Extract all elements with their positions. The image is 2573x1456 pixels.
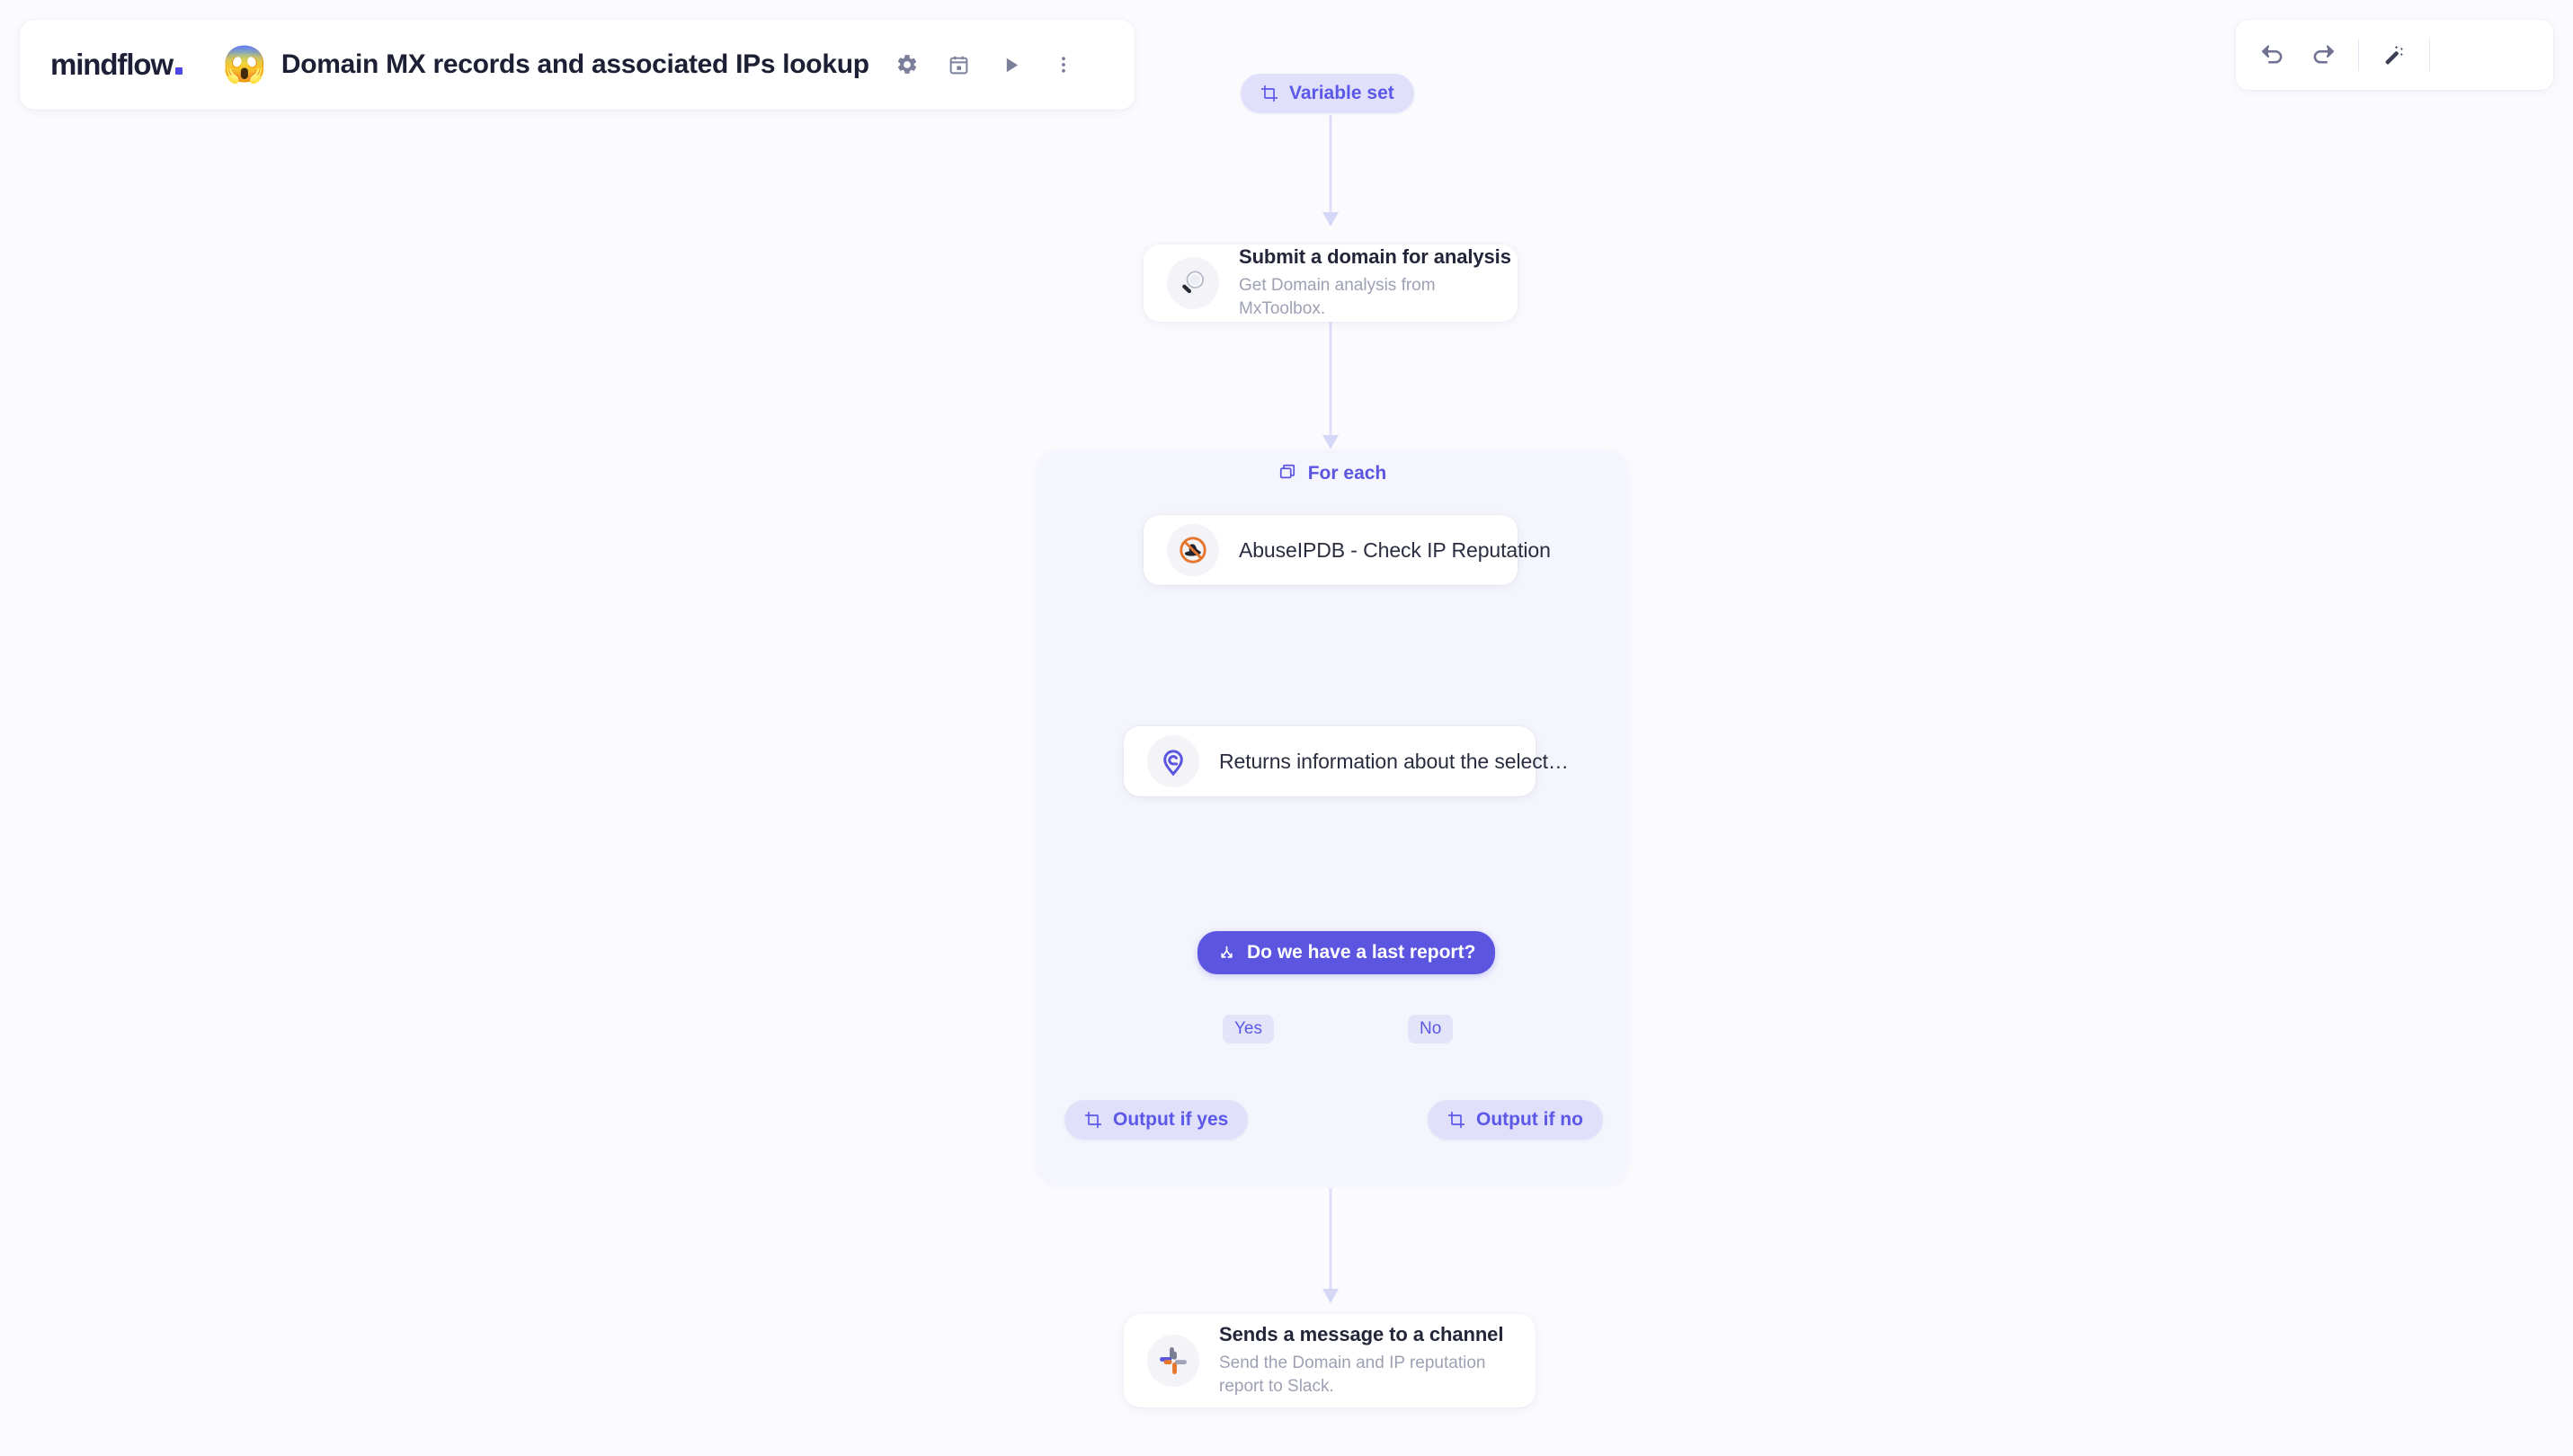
location-pin-icon	[1147, 735, 1199, 787]
redo-icon[interactable]	[2308, 40, 2338, 70]
node-output-if-no[interactable]: Output if no	[1428, 1100, 1603, 1140]
slack-icon	[1147, 1335, 1199, 1387]
node-submit-domain-subtitle: Get Domain analysis from MxToolbox.	[1239, 276, 1436, 318]
layers-icon	[1278, 461, 1298, 486]
edge-label-no[interactable]: No	[1408, 1015, 1454, 1043]
edge-label-yes[interactable]: Yes	[1223, 1015, 1274, 1043]
connector-foreach-to-slack	[1322, 1188, 1339, 1303]
connector-varset-to-submit	[1322, 115, 1339, 226]
node-output-if-no-label: Output if no	[1476, 1109, 1583, 1130]
run-icon[interactable]	[997, 50, 1026, 79]
workflow-canvas[interactable]: mindflow 😱 Domain MX records and associa…	[0, 0, 2573, 1456]
node-submit-domain-title: Submit a domain for analysis	[1239, 245, 1511, 269]
node-variable-set[interactable]: Variable set	[1241, 74, 1414, 113]
variable-set-icon	[1084, 1111, 1102, 1129]
node-for-each-label: For each	[1307, 463, 1387, 484]
node-returns-information-title: Returns information about the select…	[1219, 749, 1569, 773]
variable-set-icon	[1447, 1111, 1465, 1129]
edge-label-yes-text: Yes	[1234, 1019, 1262, 1038]
node-returns-information[interactable]: Returns information about the select…	[1124, 726, 1569, 796]
flow-emoji[interactable]: 😱	[222, 47, 267, 83]
mxtoolbox-magnifier-icon	[1167, 257, 1219, 309]
toolbar-divider-1	[2358, 39, 2359, 71]
canvas-toolbar	[2236, 20, 2553, 90]
logo-text: mindflow	[50, 48, 174, 81]
node-output-if-yes-label: Output if yes	[1113, 1109, 1229, 1130]
logo-accent-dot	[175, 67, 183, 75]
node-abuseipdb[interactable]: AbuseIPDB - Check IP Reputation	[1144, 515, 1551, 585]
edge-label-no-text: No	[1420, 1019, 1442, 1038]
node-output-if-yes[interactable]: Output if yes	[1064, 1100, 1249, 1140]
header-actions	[893, 50, 1078, 79]
abuseipdb-hat-icon	[1167, 524, 1219, 576]
more-options-icon[interactable]	[1049, 50, 1078, 79]
node-condition-label: Do we have a last report?	[1247, 942, 1476, 963]
node-slack-message-subtitle: Send the Domain and IP reputation report…	[1219, 1354, 1486, 1396]
node-slack-message-title: Sends a message to a channel	[1219, 1323, 1504, 1346]
schedule-icon[interactable]	[945, 50, 974, 79]
page-title[interactable]: Domain MX records and associated IPs loo…	[281, 49, 869, 80]
node-variable-set-label: Variable set	[1289, 83, 1394, 103]
toolbar-divider-2	[2429, 39, 2430, 71]
magic-wand-icon[interactable]	[2379, 40, 2409, 70]
settings-icon[interactable]	[893, 50, 921, 79]
node-slack-message[interactable]: Sends a message to a channel Send the Do…	[1124, 1314, 1536, 1407]
node-submit-domain[interactable]: Submit a domain for analysis Get Domain …	[1144, 244, 1518, 322]
node-abuseipdb-title: AbuseIPDB - Check IP Reputation	[1239, 537, 1551, 562]
mindflow-logo[interactable]: mindflow	[50, 48, 183, 82]
node-for-each-header[interactable]: For each	[1036, 461, 1629, 486]
branch-icon	[1217, 944, 1236, 963]
variable-set-icon	[1260, 84, 1278, 102]
node-condition[interactable]: Do we have a last report?	[1197, 931, 1496, 974]
workflow-header-panel: mindflow 😱 Domain MX records and associa…	[20, 20, 1135, 110]
undo-icon[interactable]	[2257, 40, 2288, 70]
connector-submit-to-foreach	[1322, 322, 1339, 449]
